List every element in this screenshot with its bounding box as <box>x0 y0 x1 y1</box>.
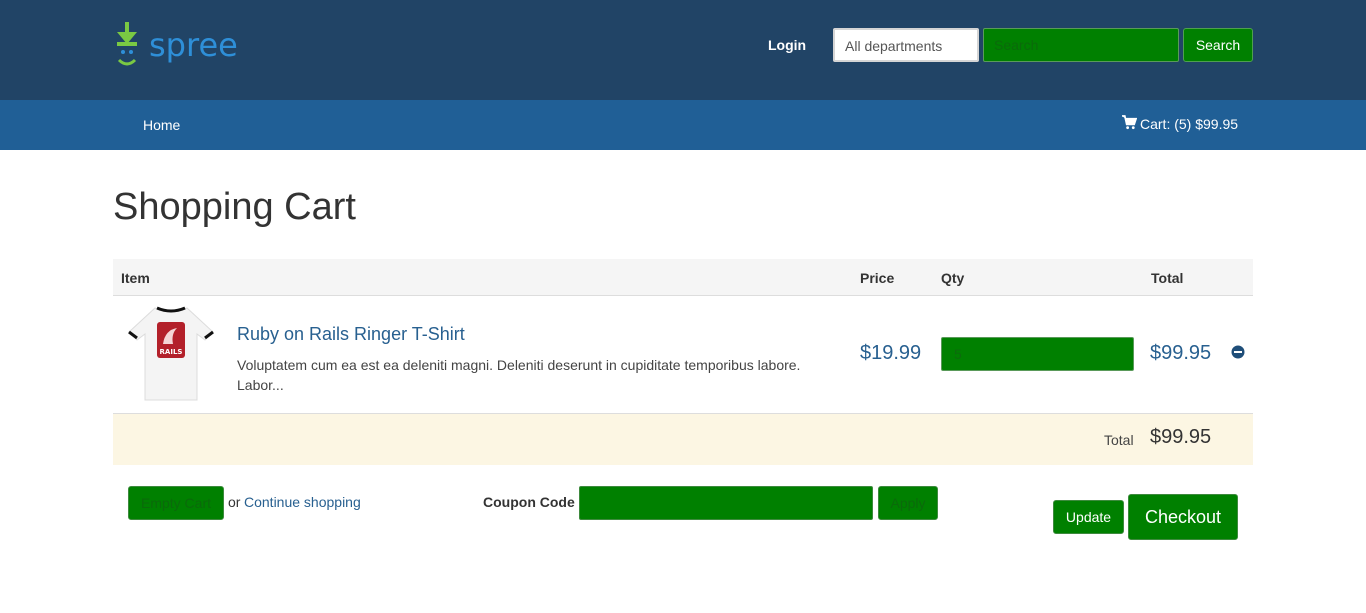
coupon-code-label: Coupon Code <box>483 494 575 510</box>
apply-coupon-button[interactable]: Apply <box>878 486 938 520</box>
total-label: Total <box>1104 432 1134 448</box>
coupon-code-input[interactable] <box>579 486 873 520</box>
spree-logo[interactable]: spree <box>113 22 238 70</box>
nav-cart-link[interactable]: Cart: (5) $99.95 <box>1122 114 1239 132</box>
table-header: Item Price Qty Total <box>113 259 1253 296</box>
logo-text: spree <box>149 26 238 64</box>
header-total: Total <box>1151 270 1184 286</box>
login-link[interactable]: Login <box>768 37 806 53</box>
header-item: Item <box>121 270 150 286</box>
tshirt-image: RAILS <box>128 306 214 401</box>
continue-shopping-link[interactable]: Continue shopping <box>244 494 361 510</box>
shopping-cart-icon <box>1122 114 1137 129</box>
nav-home-link[interactable]: Home <box>143 117 180 133</box>
product-description: Voluptatem cum ea est ea deleniti magni.… <box>237 357 801 393</box>
header-qty: Qty <box>941 270 965 286</box>
or-text: or <box>228 494 241 510</box>
site-header: spree Login All departments Search Searc… <box>0 0 1366 100</box>
update-cart-button[interactable]: Update <box>1053 500 1124 534</box>
product-price: $19.99 <box>860 342 922 364</box>
product-name-link[interactable]: Ruby on Rails Ringer T-Shirt <box>237 324 465 345</box>
product-thumbnail[interactable]: RAILS <box>125 304 217 404</box>
cart-total-row: Total $99.95 <box>113 414 1253 465</box>
page-title: Shopping Cart <box>113 186 356 228</box>
cart-table: Item Price Qty Total RAILS Ruby on Rails… <box>113 259 1253 465</box>
search-input[interactable]: Search <box>983 28 1179 62</box>
department-select[interactable]: All departments <box>833 28 979 62</box>
search-button[interactable]: Search <box>1183 28 1253 62</box>
minus-circle-icon[interactable] <box>1231 345 1245 359</box>
cart-summary-label: Cart: (5) $99.95 <box>1140 116 1239 132</box>
empty-cart-button[interactable]: Empty Cart <box>128 486 224 520</box>
main-nav: Home Cart: (5) $99.95 <box>0 100 1366 150</box>
quantity-input[interactable]: 5 <box>941 337 1134 371</box>
checkout-button[interactable]: Checkout <box>1128 494 1238 540</box>
tshirt-rails-text: RAILS <box>160 348 183 356</box>
table-row: RAILS Ruby on Rails Ringer T-Shirt Volup… <box>113 296 1253 414</box>
header-price: Price <box>860 270 895 286</box>
line-total: $99.95 <box>1150 342 1212 364</box>
total-value: $99.95 <box>1150 426 1212 448</box>
spree-logo-icon <box>117 22 137 66</box>
